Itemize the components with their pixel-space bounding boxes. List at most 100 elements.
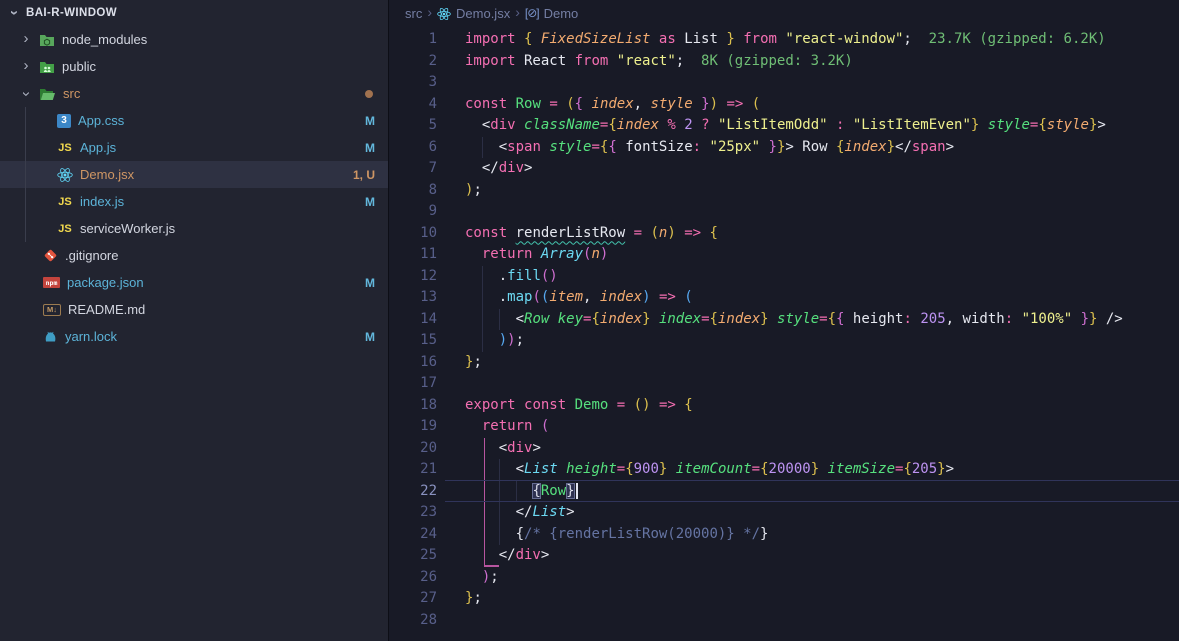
- tree-item-readme-md[interactable]: M↓ README.md: [0, 296, 388, 323]
- code-line[interactable]: 28: [389, 610, 1179, 632]
- code-line[interactable]: 19 return (: [389, 416, 1179, 438]
- tree-item-yarn-lock[interactable]: yarn.lock M: [0, 323, 388, 350]
- tree-item-app-css[interactable]: 3 App.css M: [0, 107, 388, 134]
- breadcrumb-item-file[interactable]: Demo.jsx: [456, 6, 510, 21]
- code-line[interactable]: 10 const renderListRow = (n) => {: [389, 223, 1179, 245]
- tree-item-label: yarn.lock: [65, 329, 118, 344]
- symbol-variable-icon: [⊘]: [524, 6, 540, 20]
- tree-item-label: Demo.jsx: [80, 167, 135, 182]
- line-number: 27: [420, 590, 437, 606]
- code-line[interactable]: 20 <div>: [389, 438, 1179, 460]
- line-number: 10: [420, 224, 437, 241]
- tree-item-package-json[interactable]: npm package.json M: [0, 269, 388, 296]
- tree-item-label: src: [63, 86, 81, 101]
- line-number: 25: [420, 547, 437, 563]
- tree-item-label: package.json: [67, 275, 144, 290]
- javascript-icon: JS: [58, 195, 72, 208]
- javascript-icon: JS: [58, 141, 72, 154]
- code-line[interactable]: 27};: [389, 588, 1179, 610]
- line-number: 9: [428, 203, 437, 219]
- tree-item-gitignore[interactable]: .gitignore: [0, 242, 388, 269]
- code-editor[interactable]: 1 import { FixedSizeList as List } from "…: [389, 26, 1179, 631]
- react-icon: [57, 167, 73, 183]
- line-number: 1: [428, 31, 437, 47]
- line-number: 3: [428, 74, 437, 90]
- explorer-sidebar: › BAI-R-WINDOW › node_modules › public › src 3…: [0, 0, 389, 641]
- line-number: 20: [420, 439, 437, 456]
- line-number: 15: [420, 332, 437, 348]
- code-line[interactable]: 23 </List>: [389, 502, 1179, 524]
- line-number: 7: [428, 160, 437, 176]
- text-cursor: [575, 482, 578, 499]
- code-line[interactable]: 22 {Row}: [389, 481, 1179, 503]
- tree-item-app-js[interactable]: JS App.js M: [0, 134, 388, 161]
- code-line[interactable]: 13 .map((item, index) => (: [389, 287, 1179, 309]
- tree-item-public[interactable]: › public: [0, 53, 388, 80]
- tree-item-serviceworker-js[interactable]: JS serviceWorker.js: [0, 215, 388, 242]
- code-line[interactable]: 21 <List height={900} itemCount={20000} …: [389, 459, 1179, 481]
- code-line[interactable]: 18 export const Demo = () => {: [389, 395, 1179, 417]
- code-line[interactable]: 1 import { FixedSizeList as List } from "…: [389, 29, 1179, 51]
- chevron-down-icon[interactable]: ›: [18, 88, 35, 100]
- modified-dot-badge: [365, 89, 373, 98]
- npm-icon: npm: [43, 277, 60, 288]
- breadcrumb-item-symbol[interactable]: Demo: [544, 6, 579, 21]
- file-tree: › node_modules › public › src 3 App.css M JS App.j…: [0, 26, 388, 350]
- git-status-badge: M: [365, 140, 375, 155]
- code-line[interactable]: 24 {/* {renderListRow(20000)} */}: [389, 524, 1179, 546]
- tree-item-label: App.js: [80, 140, 117, 155]
- code-line[interactable]: 15 ));: [389, 330, 1179, 352]
- tree-item-src[interactable]: › src: [0, 80, 388, 107]
- tree-item-label: public: [62, 59, 96, 74]
- tree-item-label: App.css: [78, 113, 125, 128]
- folder-node-icon: [39, 33, 55, 47]
- code-line[interactable]: 4 const Row = ({ index, style }) => (: [389, 94, 1179, 116]
- code-line[interactable]: 16};: [389, 352, 1179, 374]
- chevron-down-icon: ›: [6, 10, 23, 16]
- yarn-icon: [43, 329, 58, 344]
- line-number: 5: [428, 117, 437, 133]
- code-line[interactable]: 12 .fill(): [389, 266, 1179, 288]
- tree-item-label: index.js: [80, 194, 125, 209]
- line-number: 6: [428, 138, 437, 155]
- line-number: 22: [420, 482, 437, 499]
- code-line[interactable]: 8);: [389, 180, 1179, 202]
- react-icon: [437, 7, 451, 21]
- chevron-right-icon[interactable]: ›: [20, 31, 32, 46]
- tree-item-demo-jsx[interactable]: Demo.jsx 1, U: [0, 161, 388, 188]
- line-number: 17: [420, 375, 437, 391]
- explorer-section-header[interactable]: › BAI-R-WINDOW: [0, 0, 388, 26]
- git-status-badge: M: [365, 275, 375, 290]
- code-line[interactable]: 3: [389, 72, 1179, 94]
- line-number: 28: [420, 611, 437, 628]
- code-line[interactable]: 5 <div className={index % 2 ? "ListItemO…: [389, 115, 1179, 137]
- tree-item-node-modules[interactable]: › node_modules: [0, 26, 388, 53]
- code-line[interactable]: 17: [389, 373, 1179, 395]
- chevron-right-icon: ›: [427, 4, 433, 20]
- code-line[interactable]: 7 </div>: [389, 158, 1179, 180]
- code-line[interactable]: 2 import React from "react"; 8K (gzipped:…: [389, 51, 1179, 73]
- code-line[interactable]: 11 return Array(n): [389, 244, 1179, 266]
- code-line[interactable]: 6 <span style={{ fontSize: "25px" }}> Ro…: [389, 137, 1179, 159]
- code-line[interactable]: 26 );: [389, 567, 1179, 589]
- line-number: 23: [420, 504, 437, 520]
- line-number: 14: [420, 310, 437, 327]
- code-line[interactable]: 14 <Row key={index} index={index} style=…: [389, 309, 1179, 331]
- tree-item-index-js[interactable]: JS index.js M: [0, 188, 388, 215]
- project-title: BAI-R-WINDOW: [26, 7, 118, 19]
- line-number: 4: [428, 95, 437, 112]
- git-status-badge: M: [365, 113, 375, 128]
- line-number: 13: [420, 289, 437, 305]
- line-number: 18: [420, 396, 437, 413]
- tree-item-label: serviceWorker.js: [80, 221, 176, 236]
- code-line[interactable]: 25 </div>: [389, 545, 1179, 567]
- line-number: 21: [420, 461, 437, 477]
- editor-pane: src › Demo.jsx › [⊘] Demo 1 import { Fixe…: [389, 0, 1179, 641]
- markdown-icon: M↓: [43, 303, 61, 316]
- chevron-right-icon[interactable]: ›: [20, 58, 32, 73]
- line-number: 24: [420, 525, 437, 542]
- line-number: 16: [420, 353, 437, 370]
- code-line[interactable]: 9: [389, 201, 1179, 223]
- git-status-badge: 1, U: [352, 167, 375, 182]
- breadcrumb-item-src[interactable]: src: [405, 6, 422, 21]
